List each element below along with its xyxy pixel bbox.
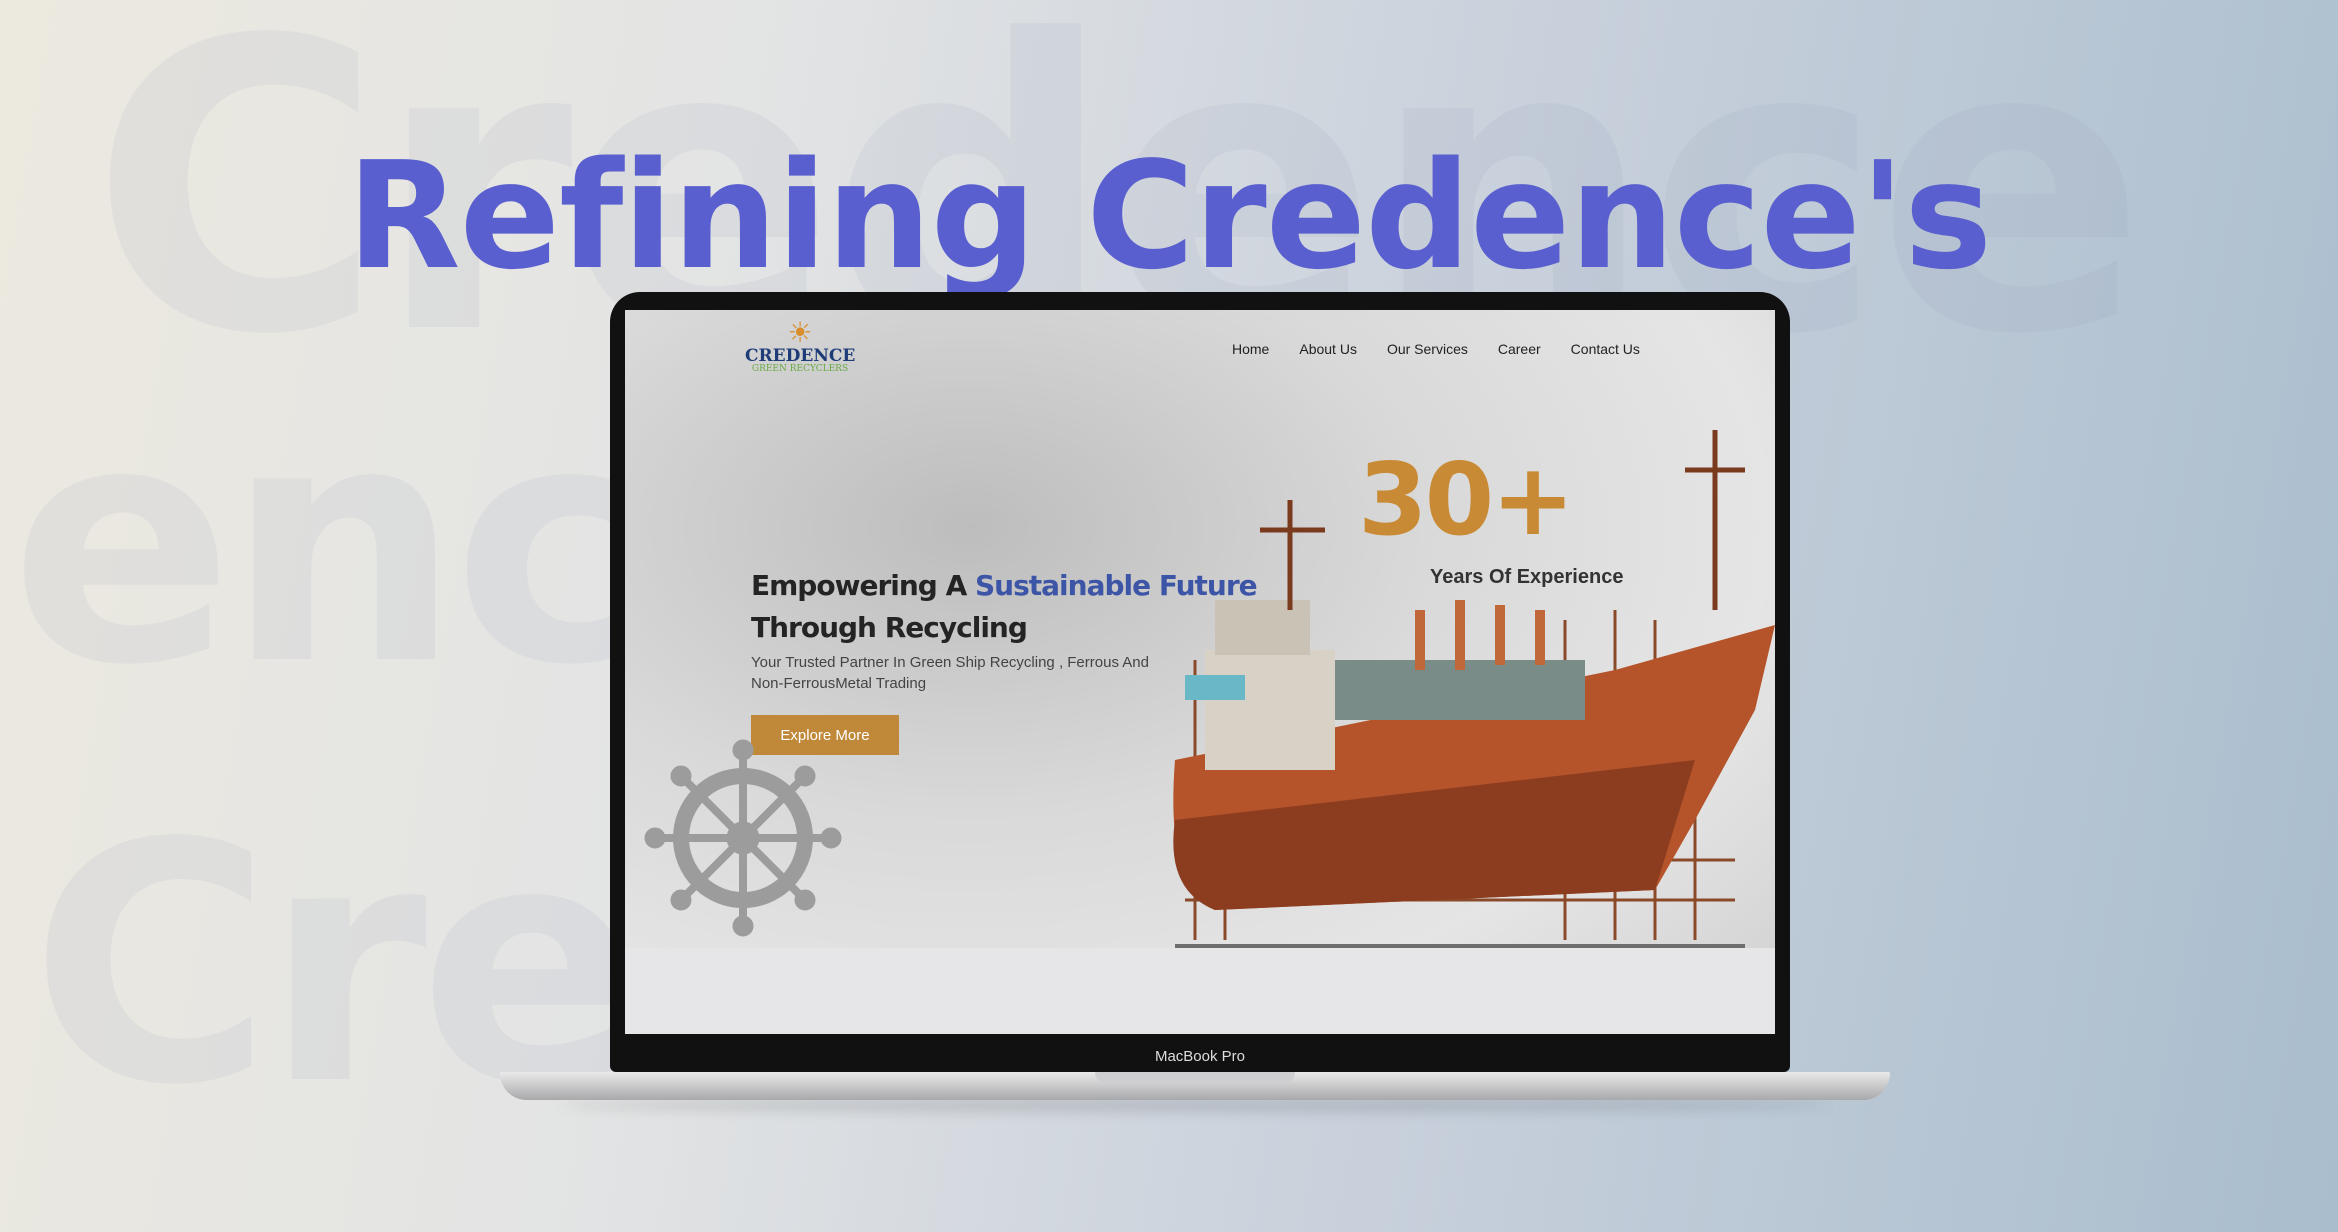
laptop-notch — [1095, 1072, 1295, 1084]
stat-label: Years Of Experience — [1430, 566, 1624, 588]
laptop-model-label: MacBook Pro — [1154, 1048, 1246, 1065]
hero-bottom-band — [625, 948, 1775, 1034]
nav-item-about-us[interactable]: About Us — [1299, 341, 1357, 357]
nav-item-our-services[interactable]: Our Services — [1387, 341, 1468, 357]
nav-item-career[interactable]: Career — [1498, 341, 1541, 357]
logo-tagline: GREEN RECYCLERS — [751, 364, 849, 374]
hero-title-part1: Empowering A — [751, 569, 975, 602]
hero-title-accent: Sustainable Future — [975, 569, 1258, 602]
hero-title: Empowering A Sustainable Future Through R… — [751, 565, 1271, 649]
site-nav: Home About Us Our Services Career Contac… — [1232, 341, 1640, 357]
hero-subtitle: Your Trusted Partner In Green Ship Recyc… — [751, 654, 1149, 692]
stat-value: 30+ — [1358, 441, 1575, 558]
nav-item-contact-us[interactable]: Contact Us — [1571, 341, 1640, 357]
ship-wheel-icon — [644, 739, 842, 937]
logo-name: CREDENCE — [745, 346, 856, 366]
hero-title-part2: Through Recycling — [751, 611, 1028, 644]
sun-icon: ☀ — [787, 317, 813, 348]
site-logo[interactable]: ☀ CREDENCE GREEN RECYCLERS — [745, 318, 855, 375]
nav-item-home[interactable]: Home — [1232, 341, 1269, 357]
laptop-shadow — [560, 1098, 1830, 1112]
laptop-screen: ☀ CREDENCE GREEN RECYCLERS Home About Us… — [625, 310, 1775, 1034]
